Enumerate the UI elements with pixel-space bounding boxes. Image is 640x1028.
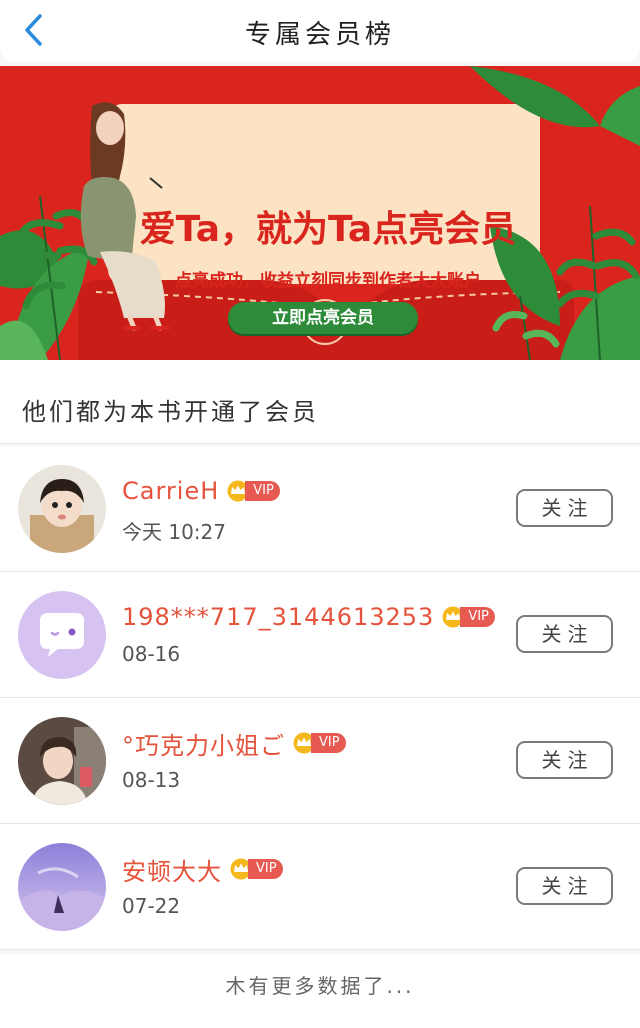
member-row[interactable]: °巧克力小姐ご VIP 08-13 关注 bbox=[0, 698, 640, 824]
man-avatar-image bbox=[18, 717, 106, 805]
join-time: 今天 10:27 bbox=[122, 520, 226, 544]
avatar[interactable] bbox=[18, 591, 106, 679]
page-title: 专属会员榜 bbox=[244, 20, 395, 50]
member-name[interactable]: CarrieH bbox=[122, 477, 219, 505]
member-row[interactable]: CarrieH VIP 今天 10:27 关注 bbox=[0, 446, 640, 572]
join-time: 08-13 bbox=[122, 768, 181, 792]
vip-label: VIP bbox=[248, 859, 283, 879]
member-name[interactable]: °巧克力小姐ご bbox=[122, 726, 285, 761]
vip-badge: VIP bbox=[225, 480, 280, 502]
child-avatar-image bbox=[18, 465, 106, 553]
no-more-data-text: 木有更多数据了... bbox=[225, 974, 415, 998]
avatar[interactable] bbox=[18, 843, 106, 931]
avatar[interactable] bbox=[18, 465, 106, 553]
vip-badge: VIP bbox=[228, 858, 283, 880]
follow-button[interactable]: 关注 bbox=[516, 615, 613, 653]
banner-subline: 点亮成功，收益立刻同步到作者大大账户 bbox=[175, 271, 481, 291]
member-row[interactable]: 198***717_3144613253 VIP 08-16 关注 bbox=[0, 572, 640, 698]
section-title: 他们都为本书开通了会员 bbox=[22, 398, 319, 426]
vip-label: VIP bbox=[311, 733, 346, 753]
follow-button[interactable]: 关注 bbox=[516, 867, 613, 905]
members-section-header: 他们都为本书开通了会员 bbox=[0, 360, 640, 444]
follow-button[interactable]: 关注 bbox=[516, 741, 613, 779]
avatar[interactable] bbox=[18, 717, 106, 805]
vip-badge: VIP bbox=[291, 732, 346, 754]
vip-label: VIP bbox=[245, 481, 280, 501]
top-bar: 专属会员榜 bbox=[0, 0, 640, 62]
page: 专属会员榜 爱Ta，就为Ta点亮会员 点亮成功，收益立刻同步到作者大大账户 立即… bbox=[0, 0, 640, 1028]
member-name[interactable]: 198***717_3144613253 bbox=[122, 603, 434, 631]
join-time: 08-16 bbox=[122, 642, 181, 666]
member-name[interactable]: 安顿大大 bbox=[122, 852, 222, 887]
member-row[interactable]: 安顿大大 VIP 07-22 关注 bbox=[0, 824, 640, 950]
join-time: 07-22 bbox=[122, 894, 181, 918]
list-footer: 木有更多数据了... bbox=[0, 954, 640, 1028]
member-list: CarrieH VIP 今天 10:27 关注 198***717_314461… bbox=[0, 446, 640, 950]
follow-button[interactable]: 关注 bbox=[516, 489, 613, 527]
banner-headline: 爱Ta，就为Ta点亮会员 bbox=[139, 209, 517, 250]
vip-badge: VIP bbox=[440, 606, 495, 628]
promo-banner[interactable]: 爱Ta，就为Ta点亮会员 点亮成功，收益立刻同步到作者大大账户 立即点亮会员 bbox=[0, 66, 640, 360]
purple-sky-avatar-image bbox=[18, 843, 106, 931]
light-up-membership-button[interactable]: 立即点亮会员 bbox=[228, 302, 418, 334]
chat-bubble-icon bbox=[18, 591, 106, 679]
vip-label: VIP bbox=[460, 607, 495, 627]
